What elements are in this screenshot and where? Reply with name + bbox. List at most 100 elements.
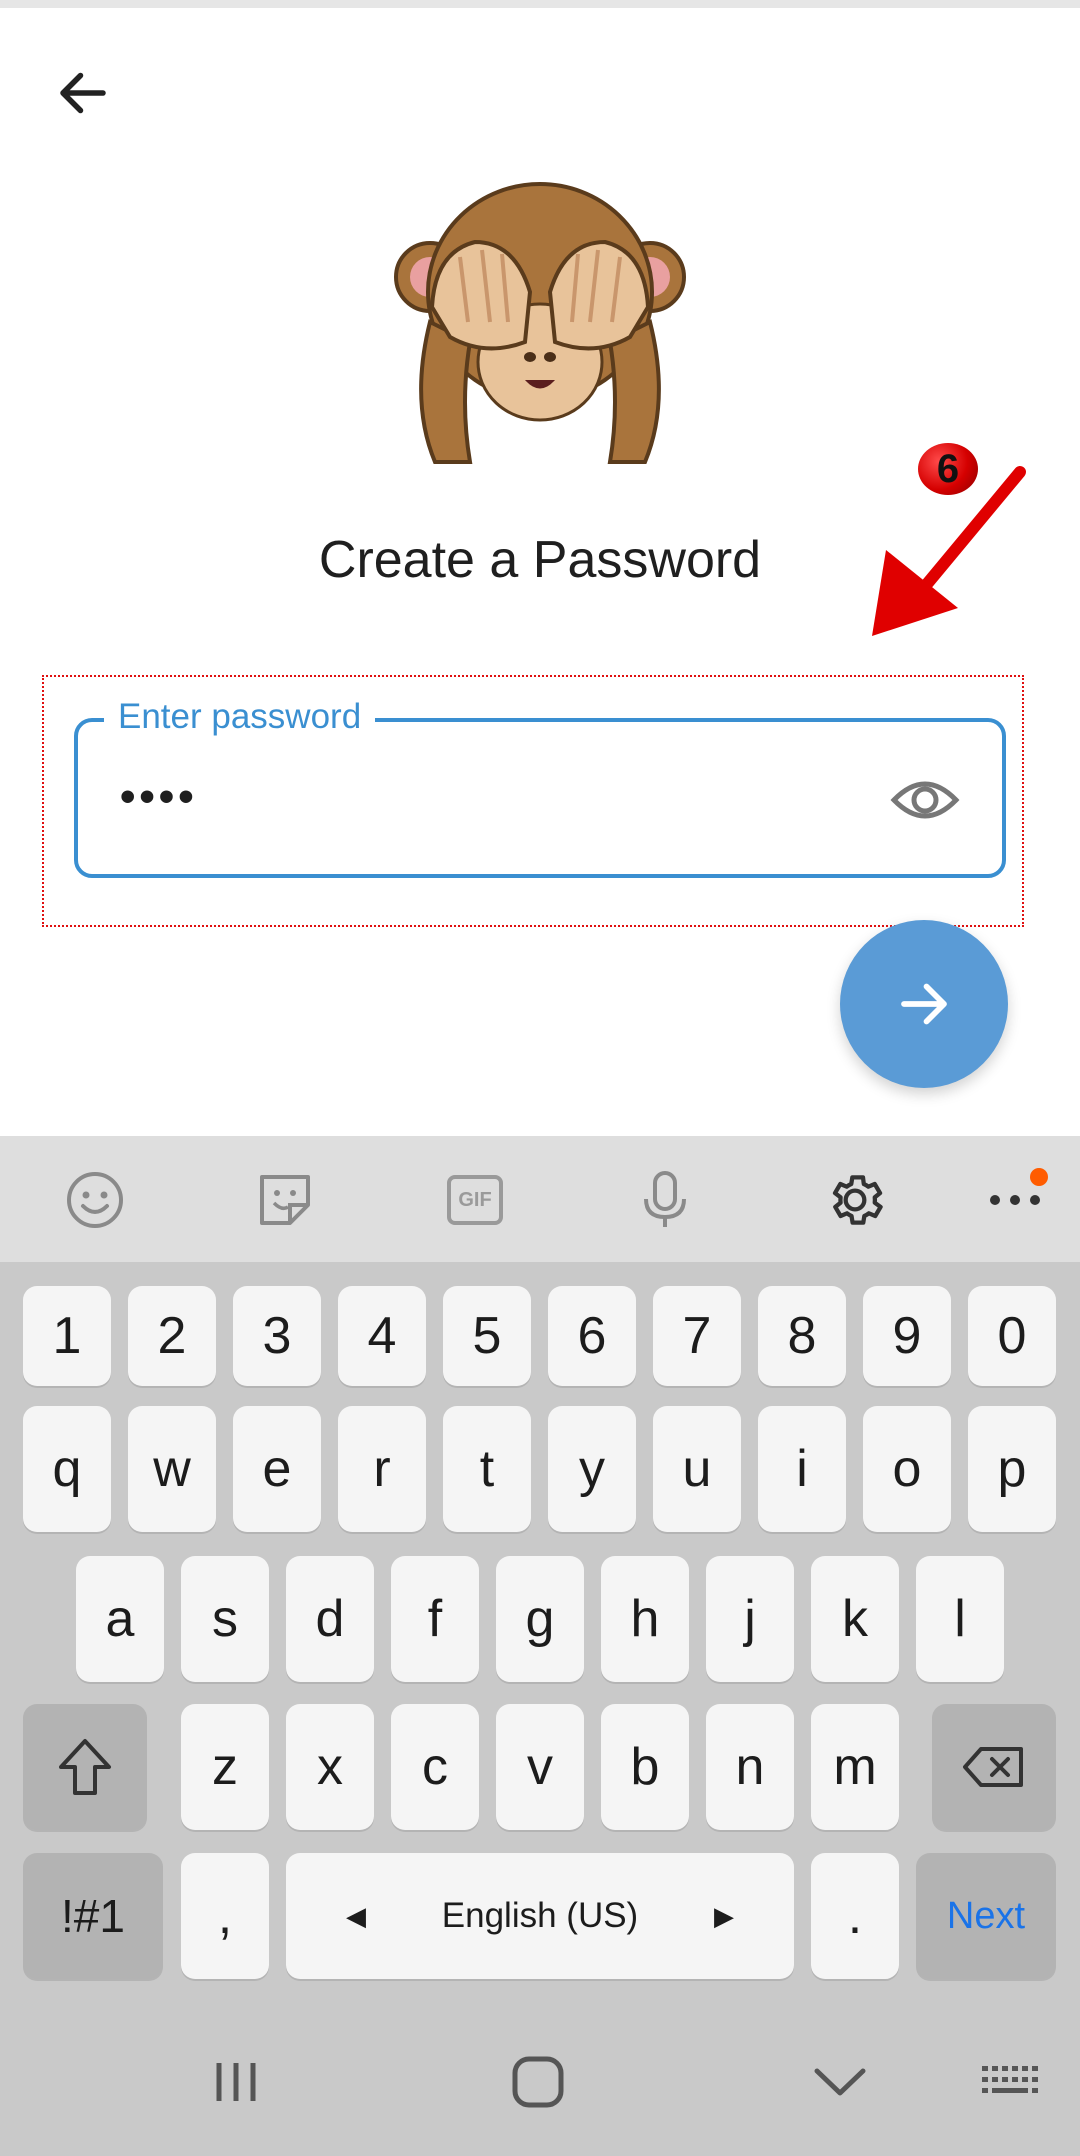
password-input[interactable] xyxy=(74,718,1006,878)
keyboard-switch-icon xyxy=(982,2066,1038,2093)
keyboard: GIF 1 2 3 4 5 6 7 8 9 0 q w e r t y u i … xyxy=(0,1136,1080,2156)
shift-key[interactable] xyxy=(23,1704,147,1830)
key-label: s xyxy=(212,1590,238,1648)
key-label: 9 xyxy=(892,1307,922,1365)
key-label: 3 xyxy=(262,1307,292,1365)
nav-back-button[interactable] xyxy=(770,2032,910,2132)
key-label: b xyxy=(630,1738,660,1796)
key-u[interactable]: u xyxy=(653,1406,741,1532)
key-f[interactable]: f xyxy=(391,1556,479,1682)
space-key[interactable]: ◀ English (US) ▶ xyxy=(286,1853,794,1979)
key-2[interactable]: 2 xyxy=(128,1286,216,1386)
key-l[interactable]: l xyxy=(916,1556,1004,1682)
key-j[interactable]: j xyxy=(706,1556,794,1682)
key-z[interactable]: z xyxy=(181,1704,269,1830)
sticker-button[interactable] xyxy=(240,1158,330,1242)
key-label: o xyxy=(892,1440,922,1498)
key-1[interactable]: 1 xyxy=(23,1286,111,1386)
key-label: x xyxy=(317,1738,343,1796)
symbols-key[interactable]: !#1 xyxy=(23,1853,163,1979)
key-4[interactable]: 4 xyxy=(338,1286,426,1386)
key-5[interactable]: 5 xyxy=(443,1286,531,1386)
key-q[interactable]: q xyxy=(23,1406,111,1532)
key-a[interactable]: a xyxy=(76,1556,164,1682)
home-button[interactable] xyxy=(468,2032,608,2132)
key-m[interactable]: m xyxy=(811,1704,899,1830)
backspace-key[interactable] xyxy=(932,1704,1056,1830)
backspace-icon xyxy=(963,1747,1023,1787)
back-button[interactable] xyxy=(40,50,126,136)
key-label: , xyxy=(217,1887,233,1945)
key-label: l xyxy=(954,1590,966,1648)
eye-icon xyxy=(890,781,960,819)
key-label: n xyxy=(735,1738,765,1796)
password-field-label: Enter password xyxy=(104,697,376,737)
key-label: z xyxy=(212,1738,238,1796)
caret-left-icon: ◀ xyxy=(346,1900,366,1931)
key-label: w xyxy=(153,1440,191,1498)
key-y[interactable]: y xyxy=(548,1406,636,1532)
key-r[interactable]: r xyxy=(338,1406,426,1532)
key-n[interactable]: n xyxy=(706,1704,794,1830)
microphone-button[interactable] xyxy=(620,1158,710,1242)
toggle-visibility-button[interactable] xyxy=(880,760,970,840)
key-0[interactable]: 0 xyxy=(968,1286,1056,1386)
emoji-button[interactable] xyxy=(50,1158,140,1242)
password-field-value[interactable]: •••• xyxy=(120,772,198,822)
key-7[interactable]: 7 xyxy=(653,1286,741,1386)
key-v[interactable]: v xyxy=(496,1704,584,1830)
status-strip xyxy=(0,0,1080,8)
key-k[interactable]: k xyxy=(811,1556,899,1682)
space-key-label: English (US) xyxy=(441,1896,639,1935)
keyboard-settings-button[interactable] xyxy=(810,1158,900,1242)
key-label: . xyxy=(847,1887,863,1945)
key-label: 6 xyxy=(577,1307,607,1365)
see-no-evil-monkey-icon xyxy=(394,182,686,464)
key-label: u xyxy=(682,1440,712,1498)
key-w[interactable]: w xyxy=(128,1406,216,1532)
period-key[interactable]: . xyxy=(811,1853,899,1979)
recents-button[interactable] xyxy=(166,2032,306,2132)
key-p[interactable]: p xyxy=(968,1406,1056,1532)
nav-back-chevron-icon xyxy=(814,2068,866,2096)
more-options-button[interactable] xyxy=(970,1158,1060,1242)
key-label: j xyxy=(744,1590,756,1648)
key-e[interactable]: e xyxy=(233,1406,321,1532)
annotation-step-badge: 6 xyxy=(918,443,978,495)
key-b[interactable]: b xyxy=(601,1704,689,1830)
key-label: 0 xyxy=(997,1307,1027,1365)
key-label: 1 xyxy=(52,1307,82,1365)
key-s[interactable]: s xyxy=(181,1556,269,1682)
recents-icon xyxy=(216,2063,256,2101)
key-label: 5 xyxy=(472,1307,502,1365)
next-button[interactable] xyxy=(840,920,1008,1088)
key-label: 7 xyxy=(682,1307,712,1365)
arrow-left-icon xyxy=(60,72,106,114)
key-d[interactable]: d xyxy=(286,1556,374,1682)
key-label: d xyxy=(315,1590,345,1648)
key-label: c xyxy=(422,1738,448,1796)
key-o[interactable]: o xyxy=(863,1406,951,1532)
gif-button[interactable]: GIF xyxy=(430,1158,520,1242)
gif-label: GIF xyxy=(458,1188,492,1211)
keyboard-switch-button[interactable] xyxy=(940,2032,1080,2132)
key-h[interactable]: h xyxy=(601,1556,689,1682)
key-t[interactable]: t xyxy=(443,1406,531,1532)
caret-right-icon: ▶ xyxy=(714,1900,734,1931)
comma-key[interactable]: , xyxy=(181,1853,269,1979)
key-8[interactable]: 8 xyxy=(758,1286,846,1386)
key-label: e xyxy=(262,1440,292,1498)
key-3[interactable]: 3 xyxy=(233,1286,321,1386)
key-9[interactable]: 9 xyxy=(863,1286,951,1386)
key-label: 8 xyxy=(787,1307,817,1365)
key-i[interactable]: i xyxy=(758,1406,846,1532)
key-c[interactable]: c xyxy=(391,1704,479,1830)
smiley-icon xyxy=(67,1172,123,1228)
key-x[interactable]: x xyxy=(286,1704,374,1830)
notification-dot xyxy=(1030,1168,1048,1186)
key-g[interactable]: g xyxy=(496,1556,584,1682)
key-label: i xyxy=(796,1440,808,1498)
keyboard-toolbar: GIF xyxy=(0,1136,1080,1262)
key-6[interactable]: 6 xyxy=(548,1286,636,1386)
next-key[interactable]: Next xyxy=(916,1853,1056,1979)
